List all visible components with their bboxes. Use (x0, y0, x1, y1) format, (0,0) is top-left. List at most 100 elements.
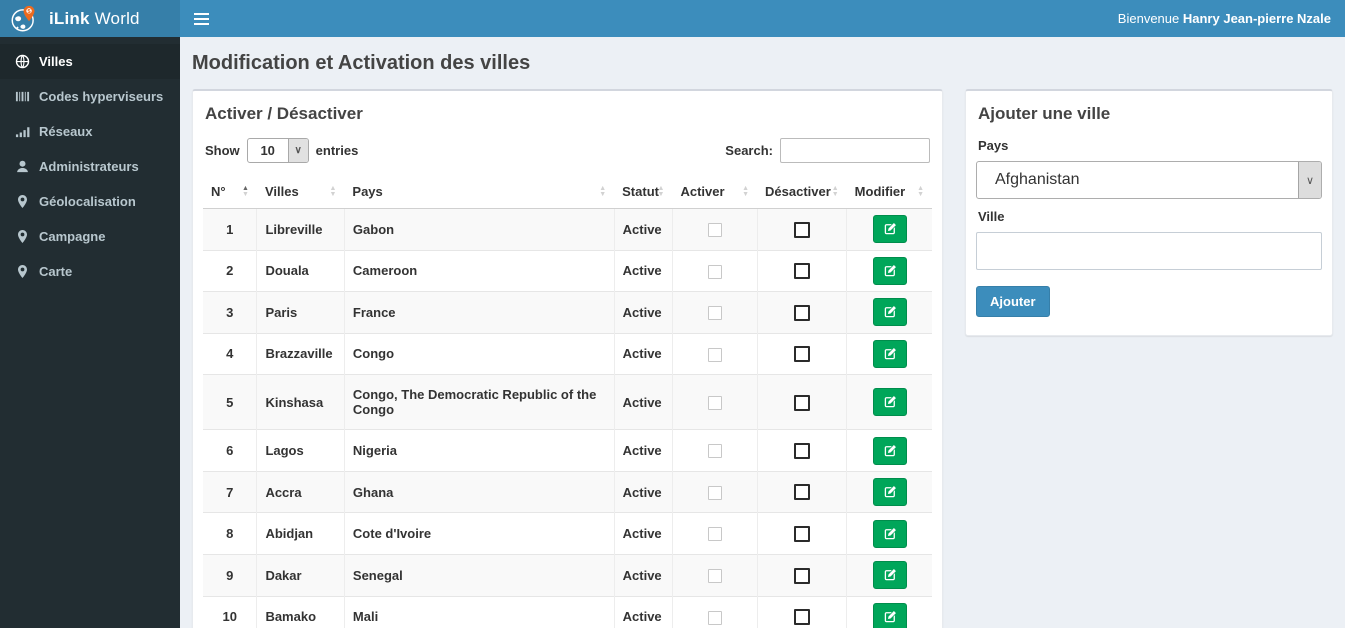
activer-checkbox (707, 396, 722, 411)
sidebar-item-villes[interactable]: Villes (0, 44, 180, 79)
cell-statut: Active (613, 208, 673, 251)
sidebar-item-r-seaux[interactable]: Réseaux (0, 114, 180, 149)
sidebar-item-label: Réseaux (39, 124, 93, 139)
cell-pays: Ghana (343, 470, 615, 513)
activer-checkbox (707, 347, 722, 362)
column-header[interactable]: ▲ ▼ Pays (344, 175, 615, 209)
panel-title: Activer / Désactiver (205, 104, 363, 123)
edit-pencil-icon (883, 527, 897, 541)
page-length-select[interactable]: 10 ∨ (246, 138, 309, 163)
sidebar-item-carte[interactable]: Carte (0, 254, 180, 289)
cell-pays: France (343, 291, 615, 334)
modifier-button[interactable] (872, 478, 907, 507)
edit-pencil-icon (883, 264, 897, 278)
cell-numero: 8 (203, 512, 257, 555)
modifier-button[interactable] (872, 388, 907, 417)
sort-icon: ▲ ▼ (242, 185, 249, 198)
user-icon (15, 159, 30, 174)
pays-label: Pays (978, 138, 1009, 153)
table-row: 7 Accra Ghana Active (203, 470, 932, 513)
modifier-button[interactable] (872, 256, 907, 285)
cell-ville: Accra (256, 470, 345, 513)
cell-numero: 6 (203, 429, 257, 472)
sidebar-item-g-olocalisation[interactable]: Géolocalisation (0, 184, 180, 219)
cell-pays: Congo (343, 332, 615, 375)
villes-table: ▲ ▼ N° ▲ ▼ Villes ▲ ▼ Pays ▲ ▼ Statut ▲ ▼ Act… (203, 175, 932, 628)
cell-numero: 10 (203, 595, 257, 628)
modifier-button[interactable] (872, 215, 907, 244)
activer-checkbox (707, 527, 722, 542)
cell-statut: Active (613, 332, 673, 375)
modifier-button[interactable] (872, 602, 907, 628)
sort-icon: ▲ ▼ (742, 185, 750, 198)
cell-ville: Paris (256, 291, 345, 334)
activate-deactivate-panel: Activer / Désactiver Show 10 ∨ entries S… (192, 89, 943, 628)
table-row: 3 Paris France Active (203, 291, 932, 334)
activer-checkbox (707, 444, 722, 459)
activer-checkbox (707, 485, 722, 500)
ajouter-button[interactable]: Ajouter (976, 286, 1050, 317)
modifier-button[interactable] (872, 561, 907, 590)
pays-select[interactable]: Afghanistan ∨ (976, 161, 1322, 199)
sidebar-item-label: Villes (39, 54, 73, 69)
welcome-message: Bienvenue Hanry Jean-pierre Nzale (1118, 11, 1345, 26)
modifier-button[interactable] (872, 436, 907, 465)
activer-checkbox (707, 223, 722, 238)
modifier-button[interactable] (872, 519, 907, 548)
cell-ville: Dakar (256, 553, 345, 596)
sidebar-item-administrateurs[interactable]: Administrateurs (0, 149, 180, 184)
column-header[interactable]: ▲ ▼ Statut (614, 175, 673, 209)
table-row: 8 Abidjan Cote d'Ivoire Active (203, 512, 932, 555)
add-panel-title: Ajouter une ville (978, 104, 1111, 123)
app-logo[interactable]: $ iLink World (0, 0, 180, 37)
cell-ville: Brazzaville (256, 332, 345, 375)
sidebar-item-label: Carte (39, 264, 73, 279)
desactiver-checkbox[interactable] (793, 484, 810, 501)
cell-pays: Gabon (343, 208, 615, 251)
sidebar-item-campagne[interactable]: Campagne (0, 219, 180, 254)
cell-statut: Active (613, 249, 673, 292)
activer-checkbox (707, 264, 722, 279)
page-length-value: 10 (260, 143, 275, 158)
desactiver-checkbox[interactable] (793, 346, 810, 363)
cell-pays: Nigeria (343, 429, 615, 472)
sidebar-item-codes-hyperviseurs[interactable]: Codes hyperviseurs (0, 79, 180, 114)
column-header[interactable]: ▲ ▼ Activer (672, 175, 758, 209)
cell-pays: Senegal (343, 553, 615, 596)
sidebar-item-label: Campagne (39, 229, 106, 244)
cell-ville: Bamako (256, 595, 345, 628)
sidebar-toggle-hamburger-icon[interactable] (180, 0, 222, 37)
desactiver-checkbox[interactable] (793, 525, 810, 542)
search-label: Search: (725, 143, 773, 158)
search-control: Search: (725, 138, 930, 163)
desactiver-checkbox[interactable] (793, 304, 810, 321)
desactiver-checkbox[interactable] (793, 221, 810, 238)
column-header[interactable]: ▲ ▼ Désactiver (757, 175, 847, 209)
signal-icon (15, 124, 30, 139)
cell-pays: Cameroon (343, 249, 615, 292)
modifier-button[interactable] (872, 339, 907, 368)
desactiver-checkbox[interactable] (793, 567, 810, 584)
column-header[interactable]: ▲ ▼ N° (203, 175, 257, 209)
edit-pencil-icon (883, 395, 897, 409)
search-input[interactable] (780, 138, 930, 163)
user-name: Hanry Jean-pierre Nzale (1182, 11, 1331, 26)
column-header[interactable]: ▲ ▼ Modifier (846, 175, 932, 209)
column-header-label: Modifier (854, 184, 906, 199)
cell-pays: Congo, The Democratic Republic of the Co… (343, 374, 615, 430)
brand-title: iLink World (49, 9, 140, 29)
column-header[interactable]: ▲ ▼ Villes (256, 175, 345, 209)
ville-input[interactable] (976, 232, 1322, 270)
modifier-button[interactable] (872, 298, 907, 327)
desactiver-checkbox[interactable] (793, 263, 810, 280)
sort-icon: ▲ ▼ (831, 185, 839, 198)
desactiver-checkbox[interactable] (793, 394, 810, 411)
desactiver-checkbox[interactable] (793, 609, 810, 626)
cell-pays: Cote d'Ivoire (343, 512, 615, 555)
column-header-label: N° (211, 184, 226, 199)
cell-ville: Libreville (256, 208, 345, 251)
column-header-label: Pays (352, 184, 383, 199)
cell-numero: 3 (203, 291, 257, 334)
desactiver-checkbox[interactable] (793, 442, 810, 459)
cell-ville: Abidjan (256, 512, 345, 555)
